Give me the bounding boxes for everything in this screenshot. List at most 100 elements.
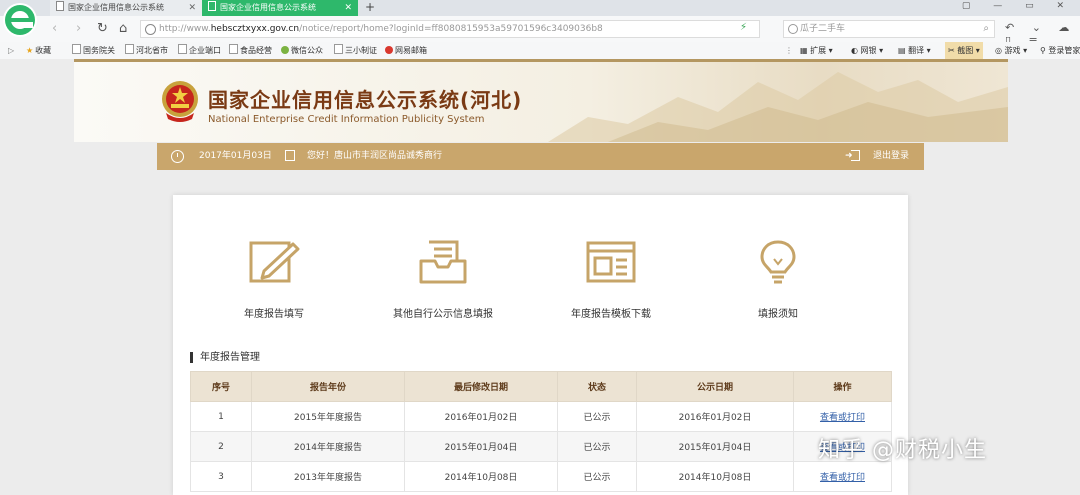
reload-icon[interactable]: ↻ [97,20,108,38]
main-panel: 年度报告填写 其他自行公示信息填报 年度报告模板下载 填报须知 年度报告管理 序… [173,195,908,495]
page-icon [178,44,187,54]
table-cell: 已公示 [557,431,637,462]
tab-bar: 国家企业信用信息公示系统 ✕ 国家企业信用信息公示系统 ✕ + ▢ — ▭ ✕ [0,0,1080,16]
table-cell: 2014年10月08日 [636,461,794,492]
page-icon [125,44,134,54]
home-icon[interactable]: ⌂ [119,20,127,38]
page-icon [229,44,238,54]
extensions-button[interactable]: ▦ 扩展 ▾ [800,42,833,59]
view-print-link[interactable]: 查看或打印 [820,473,865,483]
forward-arrow-icon[interactable]: › [76,20,81,38]
function-fill-report[interactable]: 年度报告填写 [199,239,349,320]
search-placeholder: 瓜子二手车 [800,24,846,34]
table-cell: 2015年01月04日 [636,431,794,462]
column-header: 操作 [793,371,892,402]
search-input[interactable]: 瓜子二手车 ⌕ [783,20,995,38]
browser-tab-active[interactable]: 国家企业信用信息公示系统 ✕ [202,0,358,16]
sidebar-toggle-icon[interactable]: ▷ [8,42,14,59]
more-icon[interactable]: ⋮ [785,42,793,59]
user-info-bar: 2017年01月03日 您好！唐山市丰润区尚品诚秀商行 ➜ 退出登录 [157,143,924,170]
lightning-icon[interactable]: ⚡ [740,22,747,33]
search-icon[interactable]: ⌕ [983,21,989,37]
function-label: 其他自行公示信息填报 [393,309,493,320]
function-label: 年度报告填写 [244,309,304,320]
page-content: 国家企业信用信息公示系统(河北) National Enterprise Cre… [0,59,1080,495]
function-template-download[interactable]: 年度报告模板下载 [536,239,686,320]
function-label: 年度报告模板下载 [571,309,651,320]
bookmark-item[interactable]: 企业端口 [178,42,221,59]
table-cell: 已公示 [557,461,637,492]
screenshot-button[interactable]: ✂ 截图 ▾ [945,42,983,59]
edit-report-icon [249,241,300,283]
back-arrow-icon[interactable]: ‹ [52,20,57,38]
table-row: 1 2015年年度报告 2016年01月02日 已公示 2016年01月02日 … [190,401,892,432]
view-print-link[interactable]: 查看或打印 [820,413,865,423]
mountain-background [548,72,1008,142]
table-cell: 3 [190,461,252,492]
function-other-publicity[interactable]: 其他自行公示信息填报 [368,239,518,320]
games-button[interactable]: ◎ 游戏 ▾ [995,42,1027,59]
url-prefix: http://www. [159,24,211,34]
new-tab-button[interactable]: + [365,0,375,15]
table-cell: 2013年年度报告 [251,461,405,492]
mail-icon [385,46,393,54]
table-header-row: 序号 报告年份 最后修改日期 状态 公示日期 操作 [190,371,892,402]
table-cell: 查看或打印 [793,461,892,492]
inbox-tray-icon [419,240,467,284]
star-icon: ★ [26,46,34,55]
column-header: 状态 [557,371,637,402]
globe-icon [145,24,156,35]
site-header: 国家企业信用信息公示系统(河北) National Enterprise Cre… [74,59,1008,142]
browser-logo-icon[interactable] [3,3,37,37]
ebank-button[interactable]: ◐ 网银 ▾ [851,42,883,59]
table-row: 3 2013年年度报告 2014年10月08日 已公示 2014年10月08日 … [190,461,892,492]
browser-tab[interactable]: 国家企业信用信息公示系统 ✕ [50,0,202,16]
page-icon [208,1,216,11]
site-title: 国家企业信用信息公示系统(河北) [208,88,523,112]
watermark-text: 知乎 @财税小生 [818,438,987,463]
table-cell: 2015年年度报告 [251,401,405,432]
page-icon [56,1,64,11]
bookmark-item[interactable]: 三小制证 [334,42,377,59]
table-cell: 2015年01月04日 [404,431,558,462]
bookmark-item[interactable]: 网易邮箱 [385,42,427,59]
translate-button[interactable]: ▤ 翻译 ▾ [898,42,931,59]
column-header: 最后修改日期 [404,371,558,402]
section-title: 年度报告管理 [190,352,260,363]
login-manager-button[interactable]: ⚲ 登录管家 [1040,42,1080,59]
logout-door-icon[interactable] [851,150,860,161]
close-tab-icon[interactable]: ✕ [344,0,352,16]
table-cell: 已公示 [557,401,637,432]
bookmark-item[interactable]: 河北省市 [125,42,168,59]
site-subtitle: National Enterprise Credit Information P… [208,114,485,125]
logout-link[interactable]: 退出登录 [873,143,909,170]
function-instructions[interactable]: 填报须知 [703,239,853,320]
search-engine-icon [788,24,798,34]
column-header: 序号 [190,371,252,402]
function-label: 填报须知 [758,309,798,320]
navigation-bar: ‹ › ↻ ⌂ http://www.hebscztxyxx.gov.cn/no… [0,16,1080,47]
url-host: hebscztxyxx.gov.cn [210,24,300,34]
table-cell: 查看或打印 [793,401,892,432]
window-controls[interactable]: ▢ — ▭ ✕ [962,1,1074,11]
bookmark-item[interactable]: 国务院关 [72,42,115,59]
bookmark-item[interactable]: 食品经营 [229,42,272,59]
current-date: 2017年01月03日 [199,151,272,161]
close-tab-icon[interactable]: ✕ [188,0,196,16]
table-cell: 1 [190,401,252,432]
table-cell: 2014年10月08日 [404,461,558,492]
bookmark-favorites[interactable]: ★ 收藏 [26,42,51,59]
bookmark-item[interactable]: 微信公众 [281,42,323,59]
tab-title: 国家企业信用信息公示系统 [220,3,316,12]
tab-title: 国家企业信用信息公示系统 [68,3,164,12]
url-path: /notice/report/home?loginId=ff8080815953… [299,24,603,34]
table-cell: 2 [190,431,252,462]
greeting-text: 您好！唐山市丰润区尚品诚秀商行 [307,151,443,161]
template-window-icon [586,241,636,283]
clock-icon [171,150,184,163]
address-bar[interactable]: http://www.hebscztxyxx.gov.cn/notice/rep… [140,20,760,38]
lightbulb-icon [760,240,796,284]
user-icon [285,150,295,161]
annual-report-table: 序号 报告年份 最后修改日期 状态 公示日期 操作 1 2015年年度报告 20… [190,371,892,492]
national-emblem-icon [162,81,198,122]
